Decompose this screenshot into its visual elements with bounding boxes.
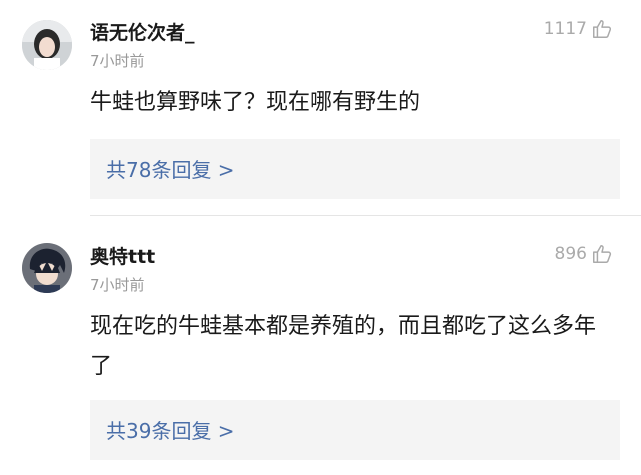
avatar-girl-icon [22,20,72,70]
like-count: 896 [554,244,587,264]
comment-text: 牛蛙也算野味了？现在哪有野生的 [90,90,421,115]
like-button[interactable]: 896 [555,243,613,265]
avatar-anime-boy-icon [22,243,72,293]
timestamp: 7小时前 [90,276,145,294]
view-replies-button[interactable]: 共78条回复 > [90,139,620,199]
thumbs-up-icon [593,20,612,38]
username[interactable]: 奥特ttt [90,242,155,269]
reply-count-link[interactable]: 共39条回复 > [106,415,235,444]
view-replies-button[interactable]: 共39条回复 > [90,400,620,460]
username[interactable]: 语无伦次者_ [90,18,195,45]
like-count: 1117 [543,19,587,39]
thumbs-up-icon [593,245,612,263]
comment-text: 现在吃的牛蛙基本都是养殖的，而且都吃了这么多年了 [90,314,597,379]
like-button[interactable]: 1117 [544,18,613,40]
divider [90,215,641,216]
avatar[interactable] [22,20,72,70]
avatar[interactable] [22,243,72,293]
timestamp: 7小时前 [90,52,145,70]
reply-count-link[interactable]: 共78条回复 > [106,154,235,183]
